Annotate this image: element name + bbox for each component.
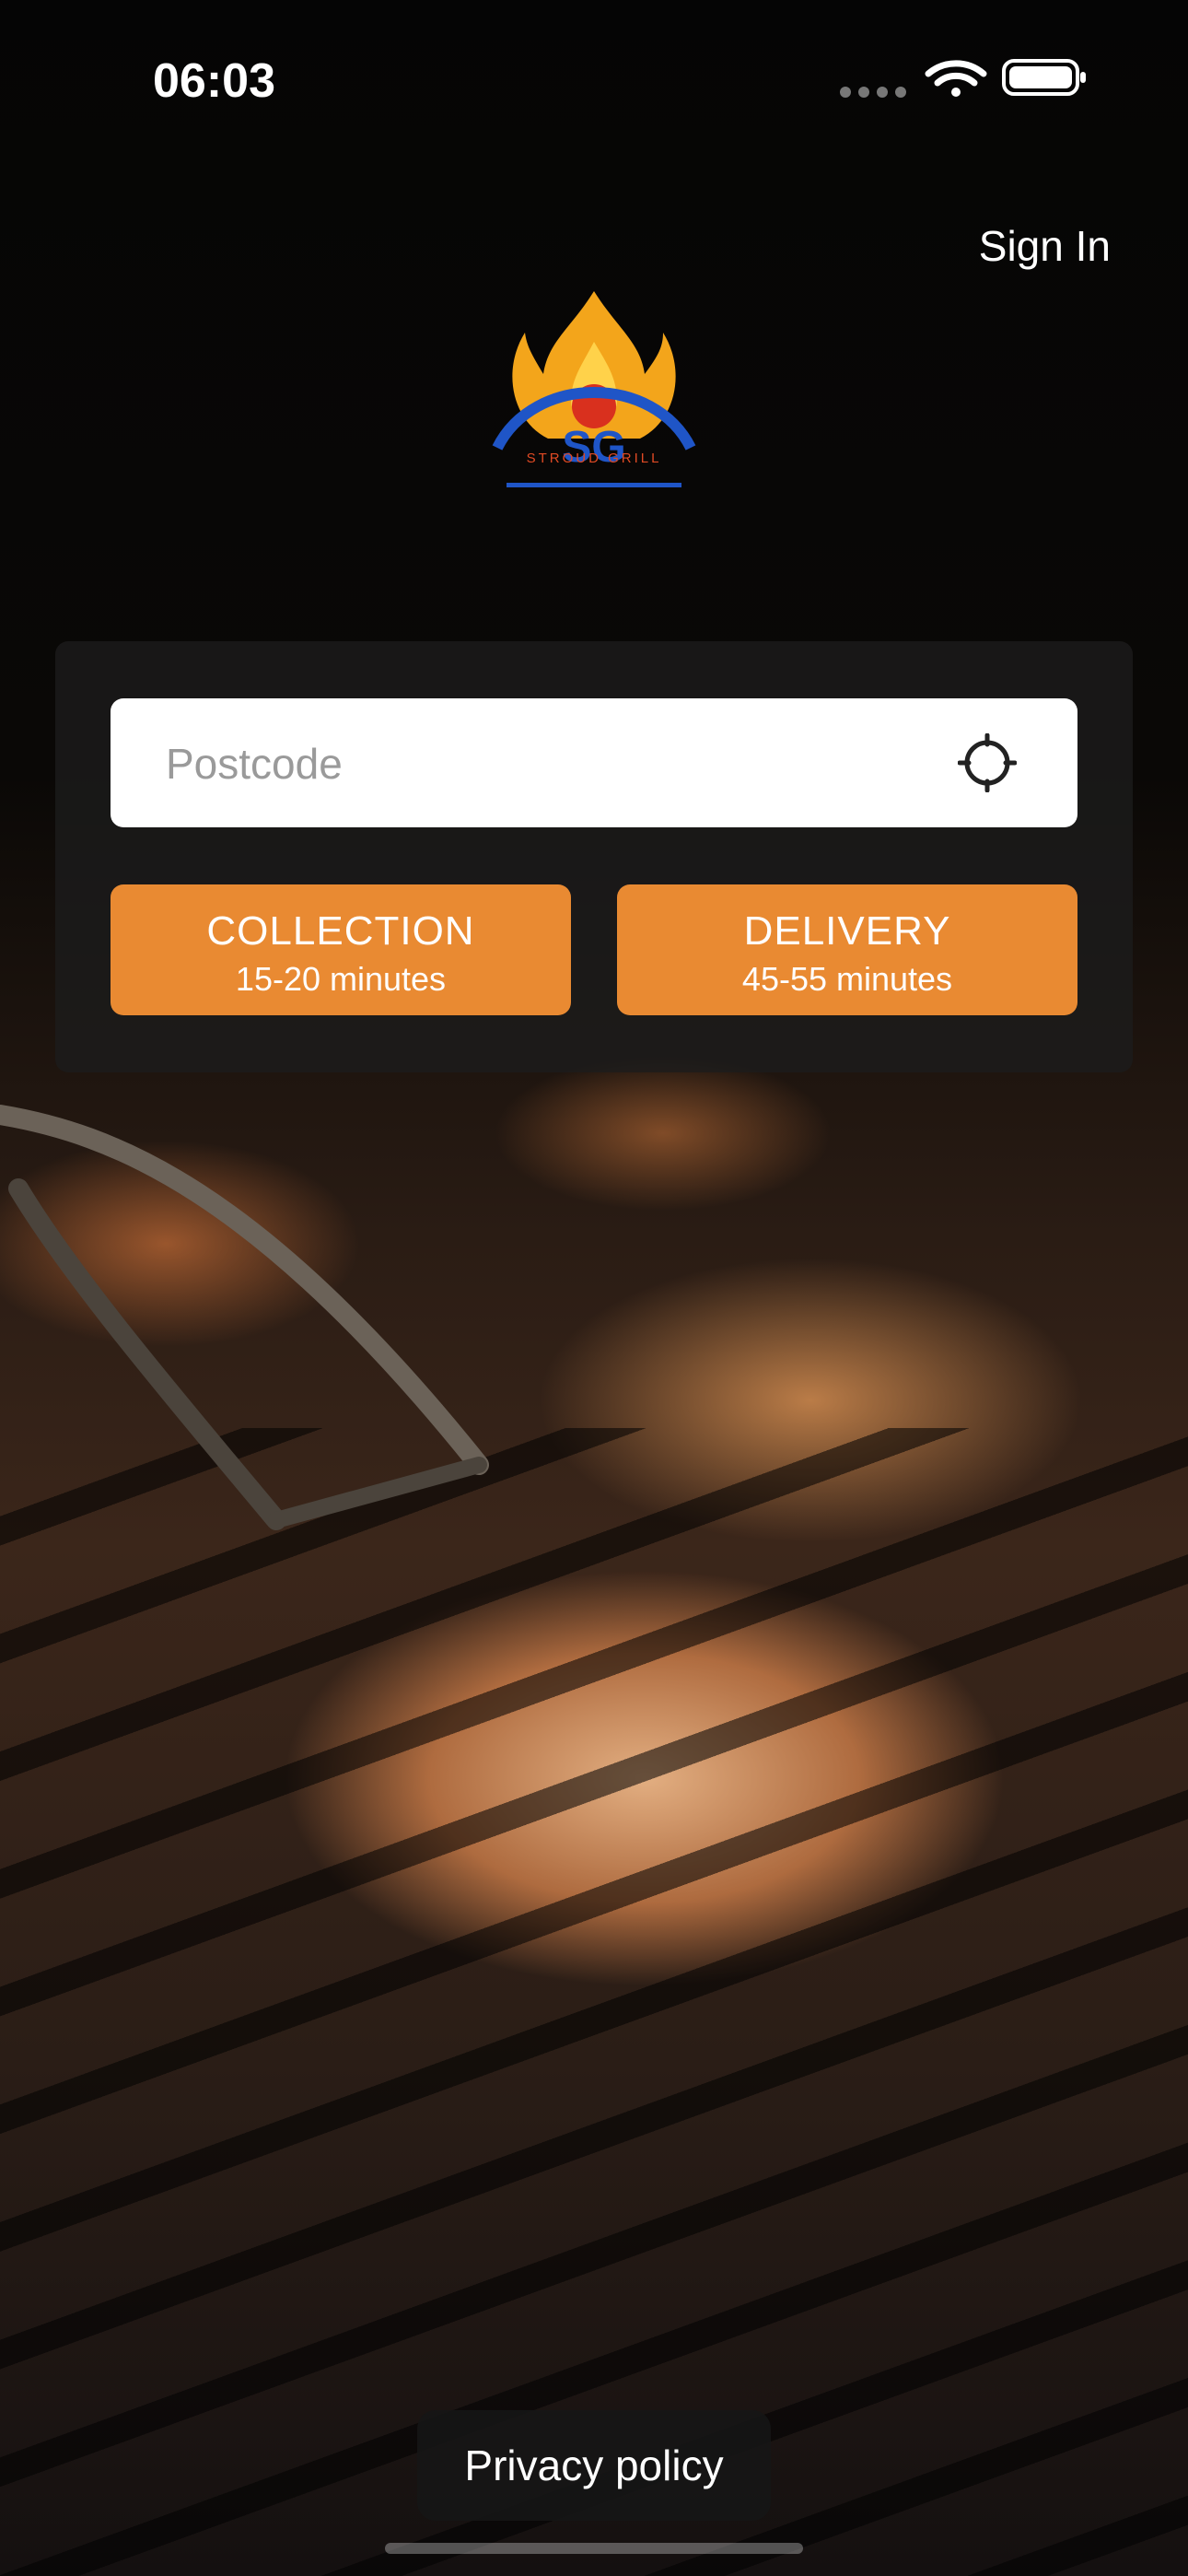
status-icons [840, 59, 1086, 98]
privacy-policy-button[interactable]: Privacy policy [417, 2410, 771, 2521]
delivery-label: DELIVERY [743, 908, 951, 954]
delivery-time: 45-55 minutes [741, 960, 953, 998]
home-indicator [385, 2543, 803, 2554]
status-time: 06:03 [153, 54, 275, 108]
delivery-button[interactable]: DELIVERY 45-55 minutes [617, 884, 1077, 1015]
battery-icon [1002, 59, 1086, 96]
logo-text: STROUD GRILL [527, 451, 662, 466]
collection-time: 15-20 minutes [235, 960, 447, 998]
postcode-input[interactable] [111, 698, 1015, 829]
collection-button[interactable]: COLLECTION 15-20 minutes [111, 884, 571, 1015]
order-card: COLLECTION 15-20 minutes DELIVERY 45-55 … [55, 641, 1133, 1072]
signal-icon [840, 87, 906, 98]
stroud-grill-logo: SG STROUD GRILL [492, 291, 696, 487]
crosshair-icon[interactable] [958, 733, 1017, 792]
sign-in-link[interactable]: Sign In [979, 221, 1111, 271]
collection-label: COLLECTION [206, 908, 475, 954]
grill-grates [0, 1428, 1188, 2576]
wifi-icon [925, 60, 987, 97]
postcode-field [111, 698, 1077, 829]
tongs-image [0, 1105, 489, 1530]
